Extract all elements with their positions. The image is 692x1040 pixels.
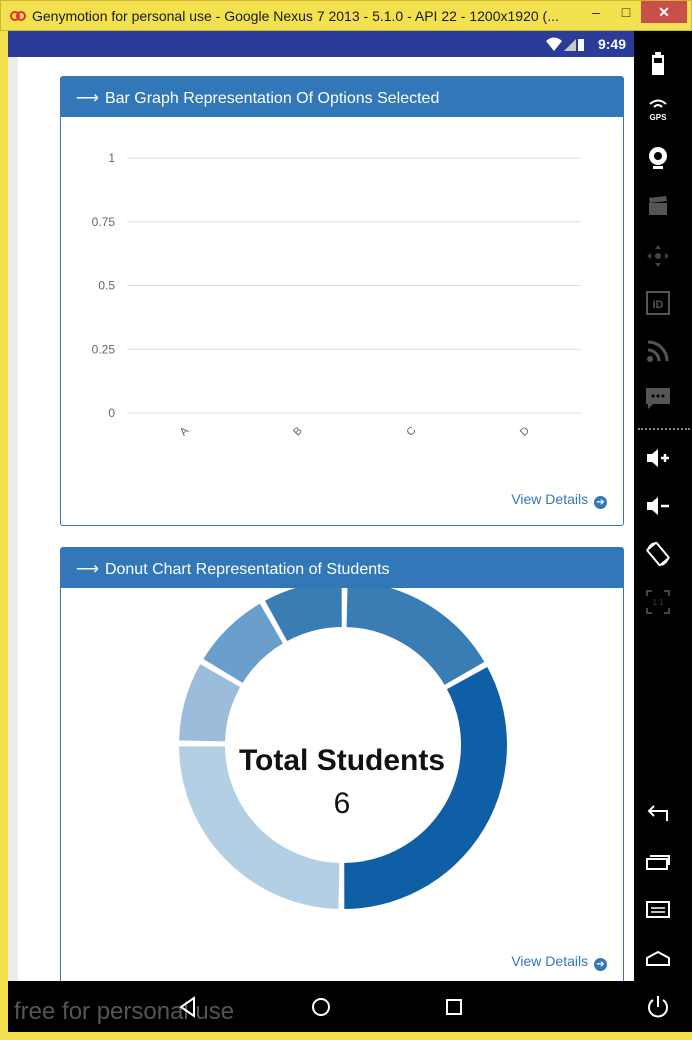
left-gutter: [8, 57, 18, 981]
donut-slice[interactable]: [344, 588, 488, 688]
donut-view-details-label: View Details: [511, 953, 589, 969]
x-category-label: D: [518, 425, 532, 439]
toolbar-separator: [638, 428, 690, 430]
gps-label: GPS: [650, 113, 668, 122]
recents-icon[interactable]: [440, 993, 468, 1021]
x-category-label: B: [291, 425, 305, 439]
id-icon[interactable]: ID: [643, 288, 673, 318]
camera-icon[interactable]: [643, 143, 673, 173]
maximize-button[interactable]: □: [611, 1, 641, 23]
volume-down-icon[interactable]: [643, 491, 673, 521]
window-frame-left: [0, 31, 8, 1040]
rss-icon[interactable]: [643, 336, 673, 366]
donut-center-title: Total Students: [238, 744, 446, 777]
window-title: Genymotion for personal use - Google Nex…: [32, 8, 559, 24]
genymotion-logo-icon: [10, 11, 26, 21]
x-category-label: C: [404, 425, 418, 439]
donut-chart-panel: ⟶ Donut Chart Representation of Students …: [60, 547, 624, 981]
bar-view-details-label: View Details: [511, 491, 589, 507]
y-tick-label: 0.25: [92, 342, 116, 356]
status-time: 9:49: [597, 36, 626, 52]
bar-graph-panel-title: Bar Graph Representation Of Options Sele…: [104, 90, 440, 107]
donut-view-details-link[interactable]: View Details ➔: [511, 953, 607, 971]
home-icon[interactable]: [643, 943, 673, 973]
bar-view-details-link[interactable]: View Details ➔: [511, 491, 607, 509]
bar-graph-panel-header: ⟶ Bar Graph Representation Of Options Sel…: [61, 77, 623, 117]
close-button[interactable]: ✕: [641, 1, 687, 23]
window-titlebar: Genymotion for personal use - Google Nex…: [0, 0, 692, 31]
volume-up-icon[interactable]: [643, 443, 673, 473]
arrow-right-icon: ⟶: [76, 90, 99, 107]
emulator-toolbar: GPS ID 1:1: [634, 31, 692, 1032]
y-tick-label: 0.75: [92, 215, 116, 229]
rotate-icon[interactable]: [643, 539, 673, 569]
bar-graph-panel: ⟶ Bar Graph Representation Of Options Sel…: [60, 76, 624, 526]
clapper-icon[interactable]: [643, 191, 673, 221]
wifi-signal-battery-icon: [546, 37, 584, 51]
minimize-button[interactable]: –: [581, 1, 611, 23]
status-bar: 9:49: [8, 31, 634, 57]
power-icon[interactable]: [643, 992, 673, 1022]
status-icons: [546, 37, 584, 57]
sms-icon[interactable]: [643, 384, 673, 414]
y-tick-label: 1: [108, 151, 115, 165]
donut-chart: [176, 588, 509, 912]
bar-chart: 1 0.75 0.5 0.25 0 A B C D: [92, 151, 581, 439]
back-icon[interactable]: [174, 993, 202, 1021]
recents-icon[interactable]: [643, 847, 673, 877]
y-tick-label: 0: [108, 406, 115, 420]
circle-arrow-right-icon: ➔: [594, 496, 607, 509]
menu-icon[interactable]: [643, 895, 673, 925]
pixel-perfect-label: 1:1: [652, 598, 664, 607]
circle-arrow-right-icon: ➔: [594, 958, 607, 971]
back-icon[interactable]: [643, 799, 673, 829]
donut-chart-panel-title: Donut Chart Representation of Students: [104, 561, 390, 578]
android-nav-bar: free for personal use: [8, 981, 634, 1032]
home-icon[interactable]: [307, 993, 335, 1021]
donut-center-value: 6: [333, 787, 351, 820]
gps-icon[interactable]: GPS: [643, 95, 673, 125]
x-category-label: A: [178, 424, 192, 438]
dpad-icon[interactable]: [643, 241, 673, 271]
app-screen[interactable]: ⟶ Bar Graph Representation Of Options Sel…: [8, 57, 634, 981]
pixel-perfect-icon[interactable]: 1:1: [643, 587, 673, 617]
id-label: ID: [653, 299, 664, 311]
arrow-right-icon: ⟶: [76, 561, 99, 578]
battery-icon[interactable]: [643, 49, 673, 79]
donut-chart-panel-header: ⟶ Donut Chart Representation of Students: [61, 548, 623, 588]
y-tick-label: 0.5: [98, 279, 115, 293]
window-frame-bottom: [0, 1032, 692, 1040]
